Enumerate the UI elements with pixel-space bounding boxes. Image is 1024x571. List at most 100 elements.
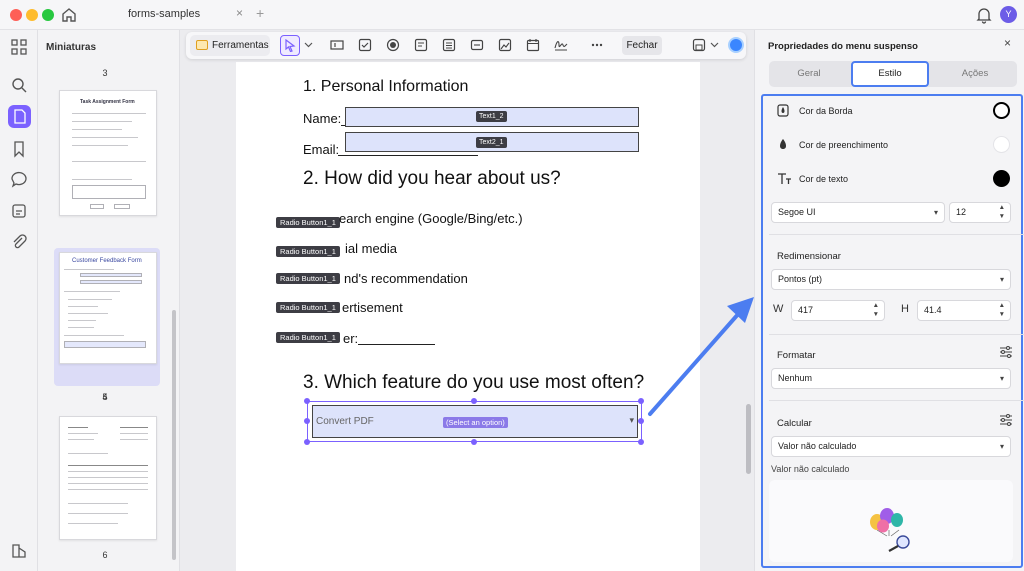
tab-acoes[interactable]: Ações <box>933 61 1017 87</box>
attachment-icon[interactable] <box>10 233 28 251</box>
option-search-engine: earch engine (Google/Bing/etc.) <box>339 211 523 226</box>
text-color-icon <box>778 173 791 184</box>
page-number-3: 3 <box>102 68 108 78</box>
format-settings-icon[interactable] <box>999 346 1013 358</box>
date-field-icon[interactable] <box>526 38 540 52</box>
grid-icon[interactable] <box>10 38 28 56</box>
thumbnail-page-3[interactable]: Task Assignment Form <box>59 90 157 216</box>
bell-icon[interactable] <box>976 6 992 24</box>
pointer-icon <box>285 39 296 52</box>
font-family-select[interactable]: Segoe UI ▾ <box>771 202 945 223</box>
layers-icon[interactable] <box>10 542 28 560</box>
resize-handle[interactable] <box>304 439 310 445</box>
thumbnails-title: Miniaturas <box>46 42 97 53</box>
text-field-icon[interactable] <box>330 38 344 52</box>
fill-color-icon <box>780 139 786 149</box>
close-tab-button[interactable]: × <box>236 6 243 20</box>
section-personal-information: 1. Personal Information <box>303 78 469 95</box>
ai-assistant-icon[interactable] <box>728 37 744 53</box>
page-number-5: 5 <box>102 392 108 402</box>
dropdown-placeholder-tag: (Select an option) <box>443 417 508 428</box>
radio-button-tag[interactable]: Radio Button1_1 <box>276 332 340 343</box>
height-label: H <box>901 303 909 315</box>
calculate-value: Valor não calculado <box>778 441 857 451</box>
units-select[interactable]: Pontos (pt) ▾ <box>771 269 1011 290</box>
dropdown-caret-icon[interactable]: ▾ <box>629 415 634 426</box>
minimize-window-button[interactable] <box>26 9 38 21</box>
home-icon[interactable] <box>60 6 78 24</box>
title-bar: forms-samples × + Y <box>0 0 1024 30</box>
resize-handle[interactable] <box>471 439 477 445</box>
user-avatar[interactable]: Y <box>1000 6 1017 23</box>
thumbnails-scrollbar[interactable] <box>172 310 176 560</box>
text2-field-tag: Text2_1 <box>476 137 507 148</box>
dropdown-field-icon[interactable] <box>414 38 428 52</box>
thumbnail-page-4[interactable]: Customer Feedback Form <box>59 252 157 364</box>
maximize-window-button[interactable] <box>42 9 54 21</box>
signature-icon[interactable] <box>554 38 568 52</box>
border-color-swatch[interactable] <box>993 102 1010 119</box>
tools-label: Ferramentas <box>212 40 269 51</box>
chevron-down-icon[interactable] <box>304 38 313 52</box>
tab-estilo[interactable]: Estilo <box>851 61 929 87</box>
image-field-icon[interactable] <box>498 38 512 52</box>
calculate-settings-icon[interactable] <box>999 414 1013 426</box>
more-options-icon[interactable] <box>590 38 604 52</box>
thumbnail-page-4-title: Customer Feedback Form <box>72 258 142 264</box>
thumbnail-page-5[interactable] <box>59 416 157 540</box>
radio-button-tag[interactable]: Radio Button1_1 <box>276 217 340 228</box>
email-text-field[interactable]: Text2_1 <box>345 132 639 152</box>
comment-icon[interactable] <box>10 171 28 189</box>
width-label: W <box>773 303 784 315</box>
resize-handle[interactable] <box>304 418 310 424</box>
pages-tool-active[interactable] <box>8 105 31 128</box>
option-advertisement: ertisement <box>342 300 403 315</box>
radio-button-tag[interactable]: Radio Button1_1 <box>276 273 340 284</box>
tab-geral[interactable]: Geral <box>769 61 849 87</box>
radio-button-tag[interactable]: Radio Button1_1 <box>276 246 340 257</box>
radio-button-tag[interactable]: Radio Button1_1 <box>276 302 340 313</box>
calculate-note: Valor não calculado <box>771 464 850 474</box>
font-size-value: 12 <box>956 207 967 217</box>
document-tab-title[interactable]: forms-samples <box>128 8 200 20</box>
chevron-down-icon[interactable] <box>710 38 719 52</box>
tools-button[interactable]: Ferramentas <box>190 35 270 56</box>
font-size-stepper[interactable]: 12 ▲ ▼ <box>949 202 1011 223</box>
canvas-scrollbar[interactable] <box>746 404 751 474</box>
search-icon[interactable] <box>10 76 28 94</box>
list-box-icon[interactable] <box>442 38 456 52</box>
radio-button-icon[interactable] <box>386 38 400 52</box>
option-other: er: <box>343 331 359 346</box>
resize-section-label: Redimensionar <box>777 251 841 262</box>
format-select[interactable]: Nenhum ▾ <box>771 368 1011 389</box>
resize-handle[interactable] <box>638 418 644 424</box>
name-text-field[interactable]: Text1_2 <box>345 107 639 127</box>
chevron-down-icon: ▾ <box>933 208 938 217</box>
height-stepper[interactable]: 41.4 ▲ ▼ <box>917 300 1011 321</box>
height-value: 41.4 <box>924 305 942 315</box>
select-tool-button[interactable] <box>280 35 300 56</box>
fill-color-label: Cor de preenchimento <box>799 140 889 150</box>
close-form-editing-button[interactable]: Fechar <box>622 36 662 55</box>
width-stepper[interactable]: 417 ▲ ▼ <box>791 300 885 321</box>
resize-handle[interactable] <box>304 398 310 404</box>
bookmark-icon[interactable] <box>10 140 28 158</box>
fill-color-swatch[interactable] <box>993 136 1010 153</box>
email-label: Email: <box>303 142 340 157</box>
resize-handle[interactable] <box>471 398 477 404</box>
resize-handle[interactable] <box>638 398 644 404</box>
checkbox-icon[interactable] <box>358 38 372 52</box>
option-friends-recommendation: nd's recommendation <box>344 271 468 286</box>
form-fields-icon[interactable] <box>10 202 28 220</box>
form-toolbar: Ferramentas Fechar <box>186 32 746 59</box>
text-color-swatch[interactable] <box>993 170 1010 187</box>
toolbox-icon <box>196 40 208 50</box>
ok-button-icon[interactable] <box>470 38 484 52</box>
resize-handle[interactable] <box>638 439 644 445</box>
new-tab-button[interactable]: + <box>256 5 264 21</box>
calculate-select[interactable]: Valor não calculado ▾ <box>771 436 1011 457</box>
close-panel-button[interactable]: × <box>1004 36 1011 50</box>
feature-dropdown-field[interactable]: Convert PDF (Select an option) ▾ <box>312 405 638 438</box>
close-window-button[interactable] <box>10 9 22 21</box>
save-icon[interactable] <box>692 38 706 52</box>
